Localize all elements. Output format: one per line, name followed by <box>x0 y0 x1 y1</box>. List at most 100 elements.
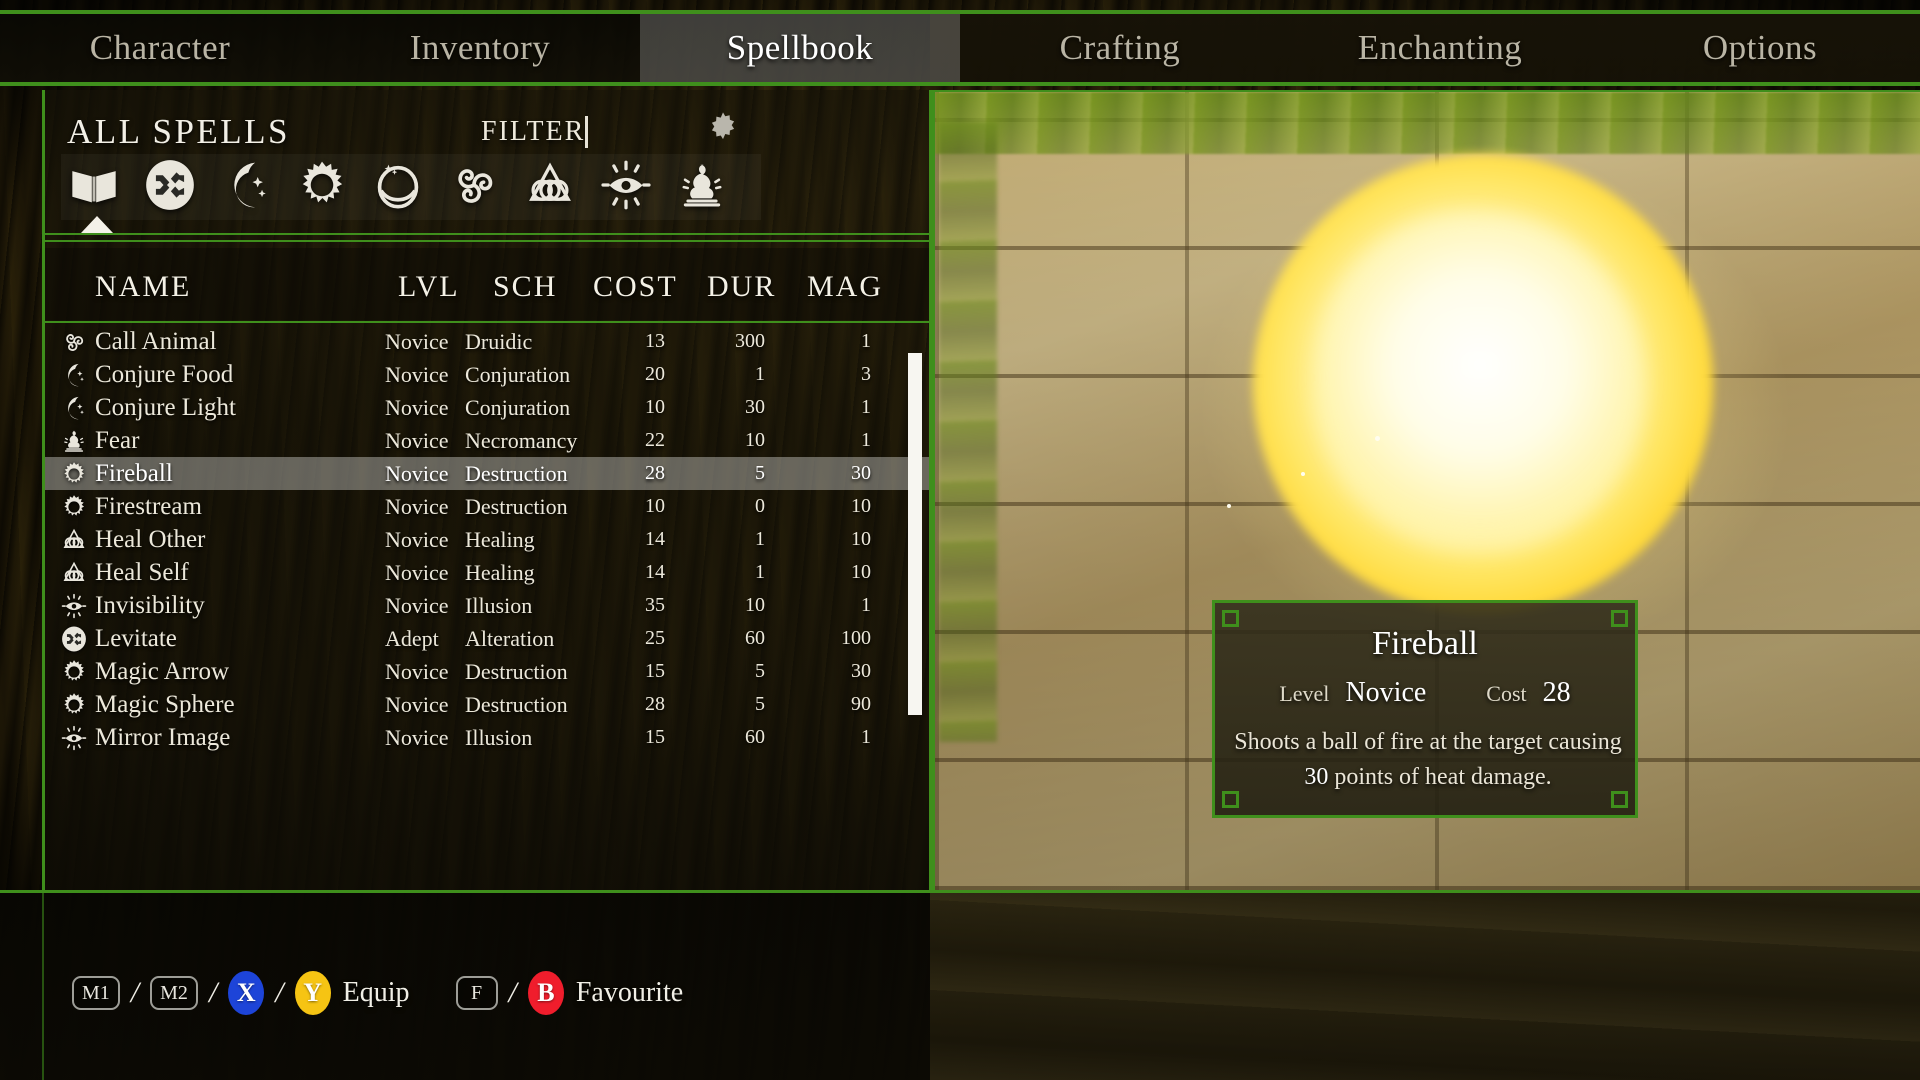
key-hint-m1[interactable]: M1 <box>72 976 120 1010</box>
gamepad-button-b[interactable]: B <box>527 971 564 1015</box>
table-row[interactable]: Fireball Novice Destruction 28 5 30 <box>45 457 929 490</box>
spell-cost: 15 <box>645 726 665 748</box>
spell-duration: 1 <box>755 561 765 583</box>
divider-top-a <box>45 233 929 235</box>
school-filter-druidic[interactable] <box>441 156 507 218</box>
moss-overlay-left <box>939 122 997 742</box>
spell-school: Destruction <box>465 460 568 486</box>
scrollbar-thumb[interactable] <box>908 353 922 715</box>
radiant-eye-icon <box>59 591 89 621</box>
crescent-moon-icon <box>59 360 89 390</box>
table-row[interactable]: Heal Other Novice Healing 14 1 10 <box>45 523 929 556</box>
spell-school: Destruction <box>465 691 568 717</box>
spell-magnitude: 1 <box>861 330 871 352</box>
tab-spellbook[interactable]: Spellbook <box>640 14 960 82</box>
footer-bar: M1 / M2 / X / Y Equip F / B Favourite <box>0 893 1920 1080</box>
spell-magnitude: 30 <box>851 660 871 682</box>
tooltip-cost-label: Cost <box>1486 681 1527 706</box>
flaming-sun-icon <box>59 492 89 522</box>
spell-cost: 10 <box>645 396 665 418</box>
spell-magnitude: 1 <box>861 396 871 418</box>
column-header-dur[interactable]: DUR <box>707 270 776 304</box>
school-filter-all-spells[interactable] <box>61 156 127 218</box>
gamepad-button-y[interactable]: Y <box>294 971 331 1015</box>
spell-level: Novice <box>385 394 449 420</box>
spell-name: Firestream <box>95 492 202 520</box>
crescent-moon-icon <box>220 159 272 216</box>
spell-list-scrollbar[interactable] <box>908 345 922 735</box>
table-row[interactable]: Mirror Image Novice Illusion 15 60 1 <box>45 721 929 754</box>
spell-detail-tooltip: Fireball Level Novice Cost 28 Shoots a b… <box>1212 600 1638 818</box>
school-filter-alteration[interactable] <box>137 156 203 218</box>
school-filter-conjuration[interactable] <box>213 156 279 218</box>
book-icon <box>68 159 120 216</box>
key-hint-f[interactable]: F <box>455 976 498 1010</box>
tab-crafting[interactable]: Crafting <box>960 14 1280 82</box>
spell-school: Illusion <box>465 592 533 618</box>
gamepad-button-x[interactable]: X <box>228 971 265 1015</box>
table-row[interactable]: Invisibility Novice Illusion 35 10 1 <box>45 589 929 622</box>
triskelion-icon <box>448 159 500 216</box>
selected-school-indicator <box>81 216 113 233</box>
spell-list: Call Animal Novice Druidic 13 300 1 Conjure Fo… <box>45 325 929 890</box>
column-header-name[interactable]: NAME <box>95 270 191 304</box>
spell-school: Druidic <box>465 328 533 354</box>
table-row[interactable]: Levitate Adept Alteration 25 60 100 <box>45 622 929 655</box>
table-row[interactable]: Fear Novice Necromancy 22 10 1 <box>45 424 929 457</box>
tooltip-damage-amount: 30 <box>1304 763 1329 790</box>
main-tab-bar: Character Inventory Spellbook Crafting Encha… <box>0 10 1920 86</box>
filter-text-caret <box>585 116 588 148</box>
spell-level: Novice <box>385 592 449 618</box>
table-row[interactable]: Call Animal Novice Druidic 13 300 1 <box>45 325 929 358</box>
school-filter-restoration[interactable] <box>365 156 431 218</box>
spell-name: Invisibility <box>95 591 205 619</box>
tab-options[interactable]: Options <box>1600 14 1920 82</box>
spell-school: Healing <box>465 559 535 585</box>
table-row[interactable]: Conjure Light Novice Conjuration 10 30 1 <box>45 391 929 424</box>
radiant-eye-icon <box>600 159 652 216</box>
table-row[interactable]: Magic Arrow Novice Destruction 15 5 30 <box>45 655 929 688</box>
spell-duration: 60 <box>745 627 765 649</box>
spell-name: Heal Other <box>95 525 206 553</box>
tab-label: Crafting <box>1059 28 1181 67</box>
school-filter-necromancy[interactable] <box>669 156 735 218</box>
spell-cost: 14 <box>645 528 665 550</box>
school-filter-destruction[interactable] <box>289 156 355 218</box>
tab-list: Character Inventory Spellbook Crafting Encha… <box>0 14 1920 82</box>
column-header-sch[interactable]: SCH <box>493 270 557 304</box>
school-filter-illusion[interactable] <box>593 156 659 218</box>
spell-cost: 28 <box>645 462 665 484</box>
spell-duration: 300 <box>735 330 765 352</box>
tab-character[interactable]: Character <box>0 14 320 82</box>
tab-enchanting[interactable]: Enchanting <box>1280 14 1600 82</box>
table-row[interactable]: Heal Self Novice Healing 14 1 10 <box>45 556 929 589</box>
statue-icon <box>59 426 89 456</box>
spell-magnitude: 1 <box>861 726 871 748</box>
spell-level: Novice <box>385 691 449 717</box>
gear-icon[interactable] <box>705 110 741 151</box>
spell-magnitude: 1 <box>861 429 871 451</box>
statue-icon <box>676 159 728 216</box>
table-row[interactable]: Firestream Novice Destruction 10 0 10 <box>45 490 929 523</box>
crescent-moon-icon <box>59 393 89 423</box>
spell-level: Novice <box>385 361 449 387</box>
tab-label: Enchanting <box>1357 28 1523 67</box>
filter-label: FILTER <box>481 116 586 147</box>
spell-magnitude: 3 <box>861 363 871 385</box>
table-row[interactable]: Conjure Food Novice Conjuration 20 1 3 <box>45 358 929 391</box>
spell-name: Conjure Food <box>95 360 234 388</box>
column-header-mag[interactable]: MAG <box>807 270 883 304</box>
spell-school: Destruction <box>465 658 568 684</box>
shuffle-arrows-icon <box>144 159 196 216</box>
column-header-cost[interactable]: COST <box>593 270 678 304</box>
school-filter-healing[interactable] <box>517 156 583 218</box>
key-hint-m2[interactable]: M2 <box>150 976 198 1010</box>
spell-magnitude: 10 <box>851 528 871 550</box>
tab-inventory[interactable]: Inventory <box>320 14 640 82</box>
table-row[interactable]: Magic Sphere Novice Destruction 28 5 90 <box>45 688 929 721</box>
shuffle-arrows-icon <box>59 624 89 654</box>
column-header-lvl[interactable]: LVL <box>398 270 460 304</box>
spell-duration: 10 <box>745 594 765 616</box>
spell-school: Healing <box>465 526 535 552</box>
spell-school: Illusion <box>465 724 533 750</box>
